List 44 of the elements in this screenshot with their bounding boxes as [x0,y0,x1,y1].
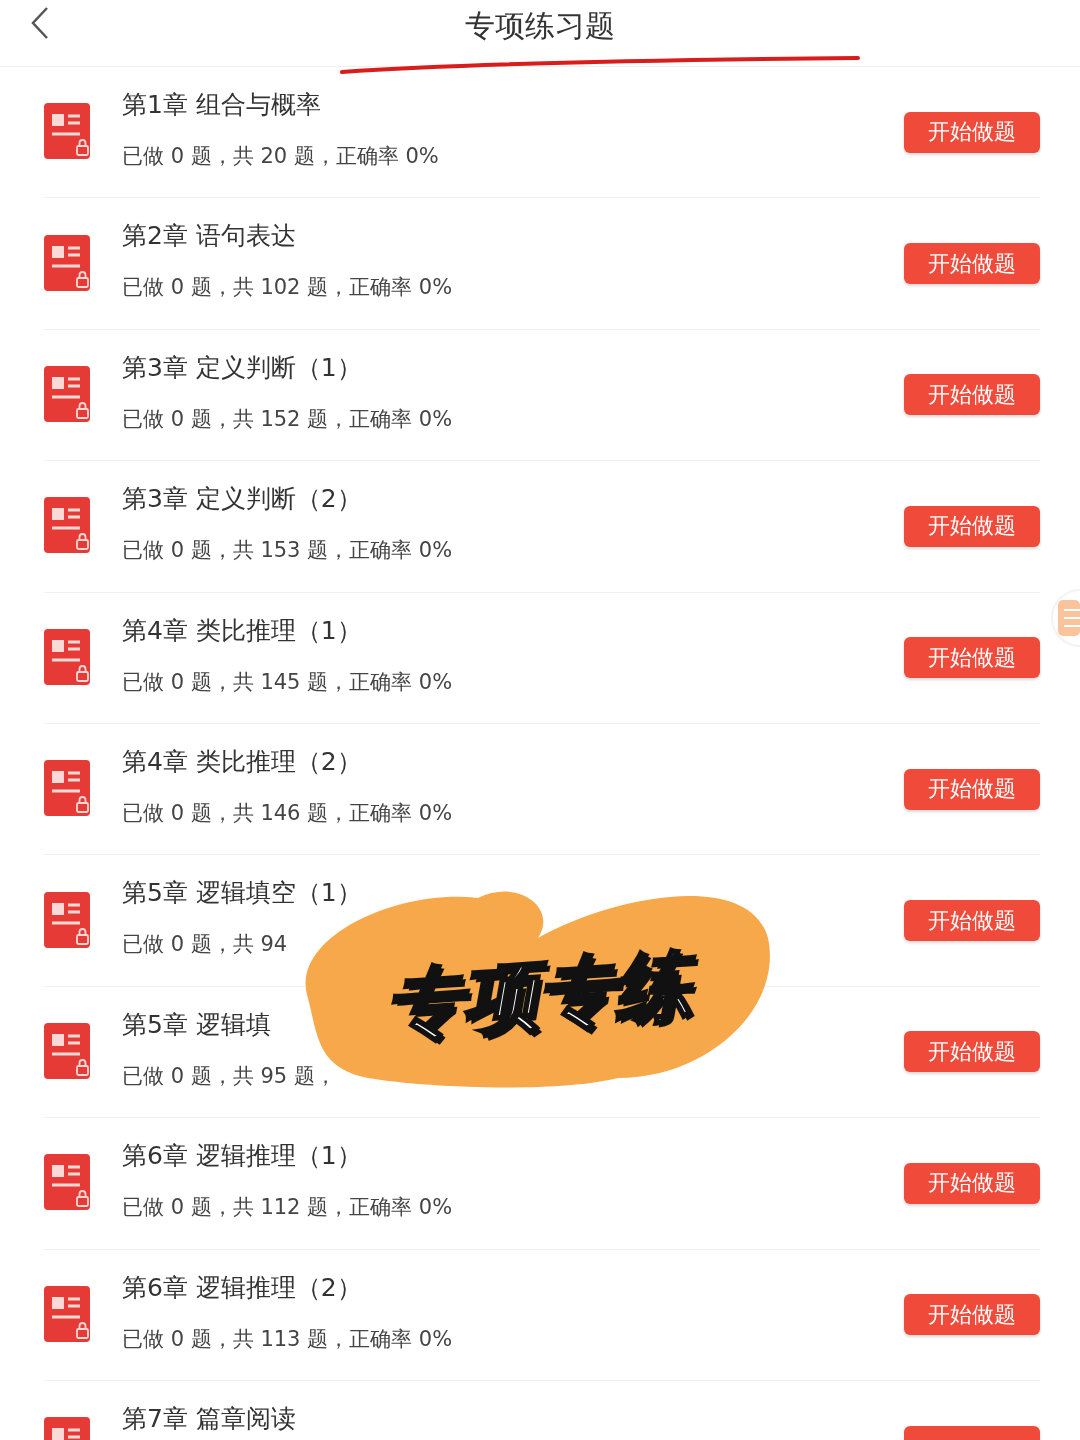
document-lock-icon [44,760,92,819]
progress-text: 已做 0 题，共 20 题，正确率 0% [122,143,440,170]
start-button[interactable]: 开始做题 [904,637,1040,679]
start-button[interactable]: 开始做题 [904,768,1040,810]
progress-text: 已做 0 题，共 145 题，正确率 0% [122,668,454,696]
document-lock-icon [44,234,92,293]
chapter-title: 第4章 类比推理（1） [122,614,363,647]
start-button[interactable]: 开始做题 [904,374,1040,416]
chapter-title: 第5章 逻辑填 [122,1008,272,1041]
start-button[interactable]: 开始做题 [904,900,1040,942]
chapter-title: 第4章 类比推理（2） [122,745,363,778]
sticker-text: 专项专练 [383,939,693,1051]
chapter-title: 第1章 组合与概率 [122,89,322,121]
document-lock-icon [44,497,92,556]
document-lock-icon [44,1022,92,1081]
start-button[interactable]: 开始做题 [904,1031,1040,1073]
back-icon[interactable] [30,6,50,40]
start-button[interactable]: 开始做题 [904,111,1040,153]
start-button[interactable]: 开始做题 [904,1294,1040,1336]
chapter-title: 第5章 逻辑填空（1） [122,877,363,910]
progress-text: 已做 0 题，共 153 题，正确率 0% [122,537,454,565]
chapter-title: 第3章 定义判断（1） [122,351,363,384]
document-lock-icon [44,365,92,424]
start-button[interactable]: 开始做题 [904,243,1040,285]
chapter-title: 第2章 语句表达 [122,220,297,253]
document-lock-icon [44,1154,92,1213]
progress-text: 已做 0 题，共 146 题，正确率 0% [122,799,454,827]
document-lock-icon [44,628,92,687]
progress-text: 已做 0 题，共 94 [122,931,289,959]
progress-text: 已做 0 题，共 95 题， [122,1062,337,1090]
chapter-title: 第7章 篇章阅读 [122,1402,297,1435]
document-lock-icon [44,891,92,950]
document-lock-icon [44,103,92,162]
progress-text: 已做 0 题，共 113 题，正确率 0% [122,1325,454,1353]
start-button[interactable]: 开始做题 [904,505,1040,547]
progress-text: 已做 0 题，共 152 题，正确率 0% [122,405,454,433]
chapter-title: 第3章 定义判断（2） [122,483,363,516]
document-lock-icon [44,1285,92,1344]
progress-text: 已做 0 题，共 102 题，正确率 0% [122,274,454,302]
start-button[interactable]: 开始做题 [904,1162,1040,1204]
chapter-title: 第6章 逻辑推理（1） [122,1140,363,1173]
page-title: 专项练习题 [465,7,615,45]
chapter-title: 第6章 逻辑推理（2） [122,1271,363,1304]
progress-text: 已做 0 题，共 112 题，正确率 0% [122,1194,454,1222]
